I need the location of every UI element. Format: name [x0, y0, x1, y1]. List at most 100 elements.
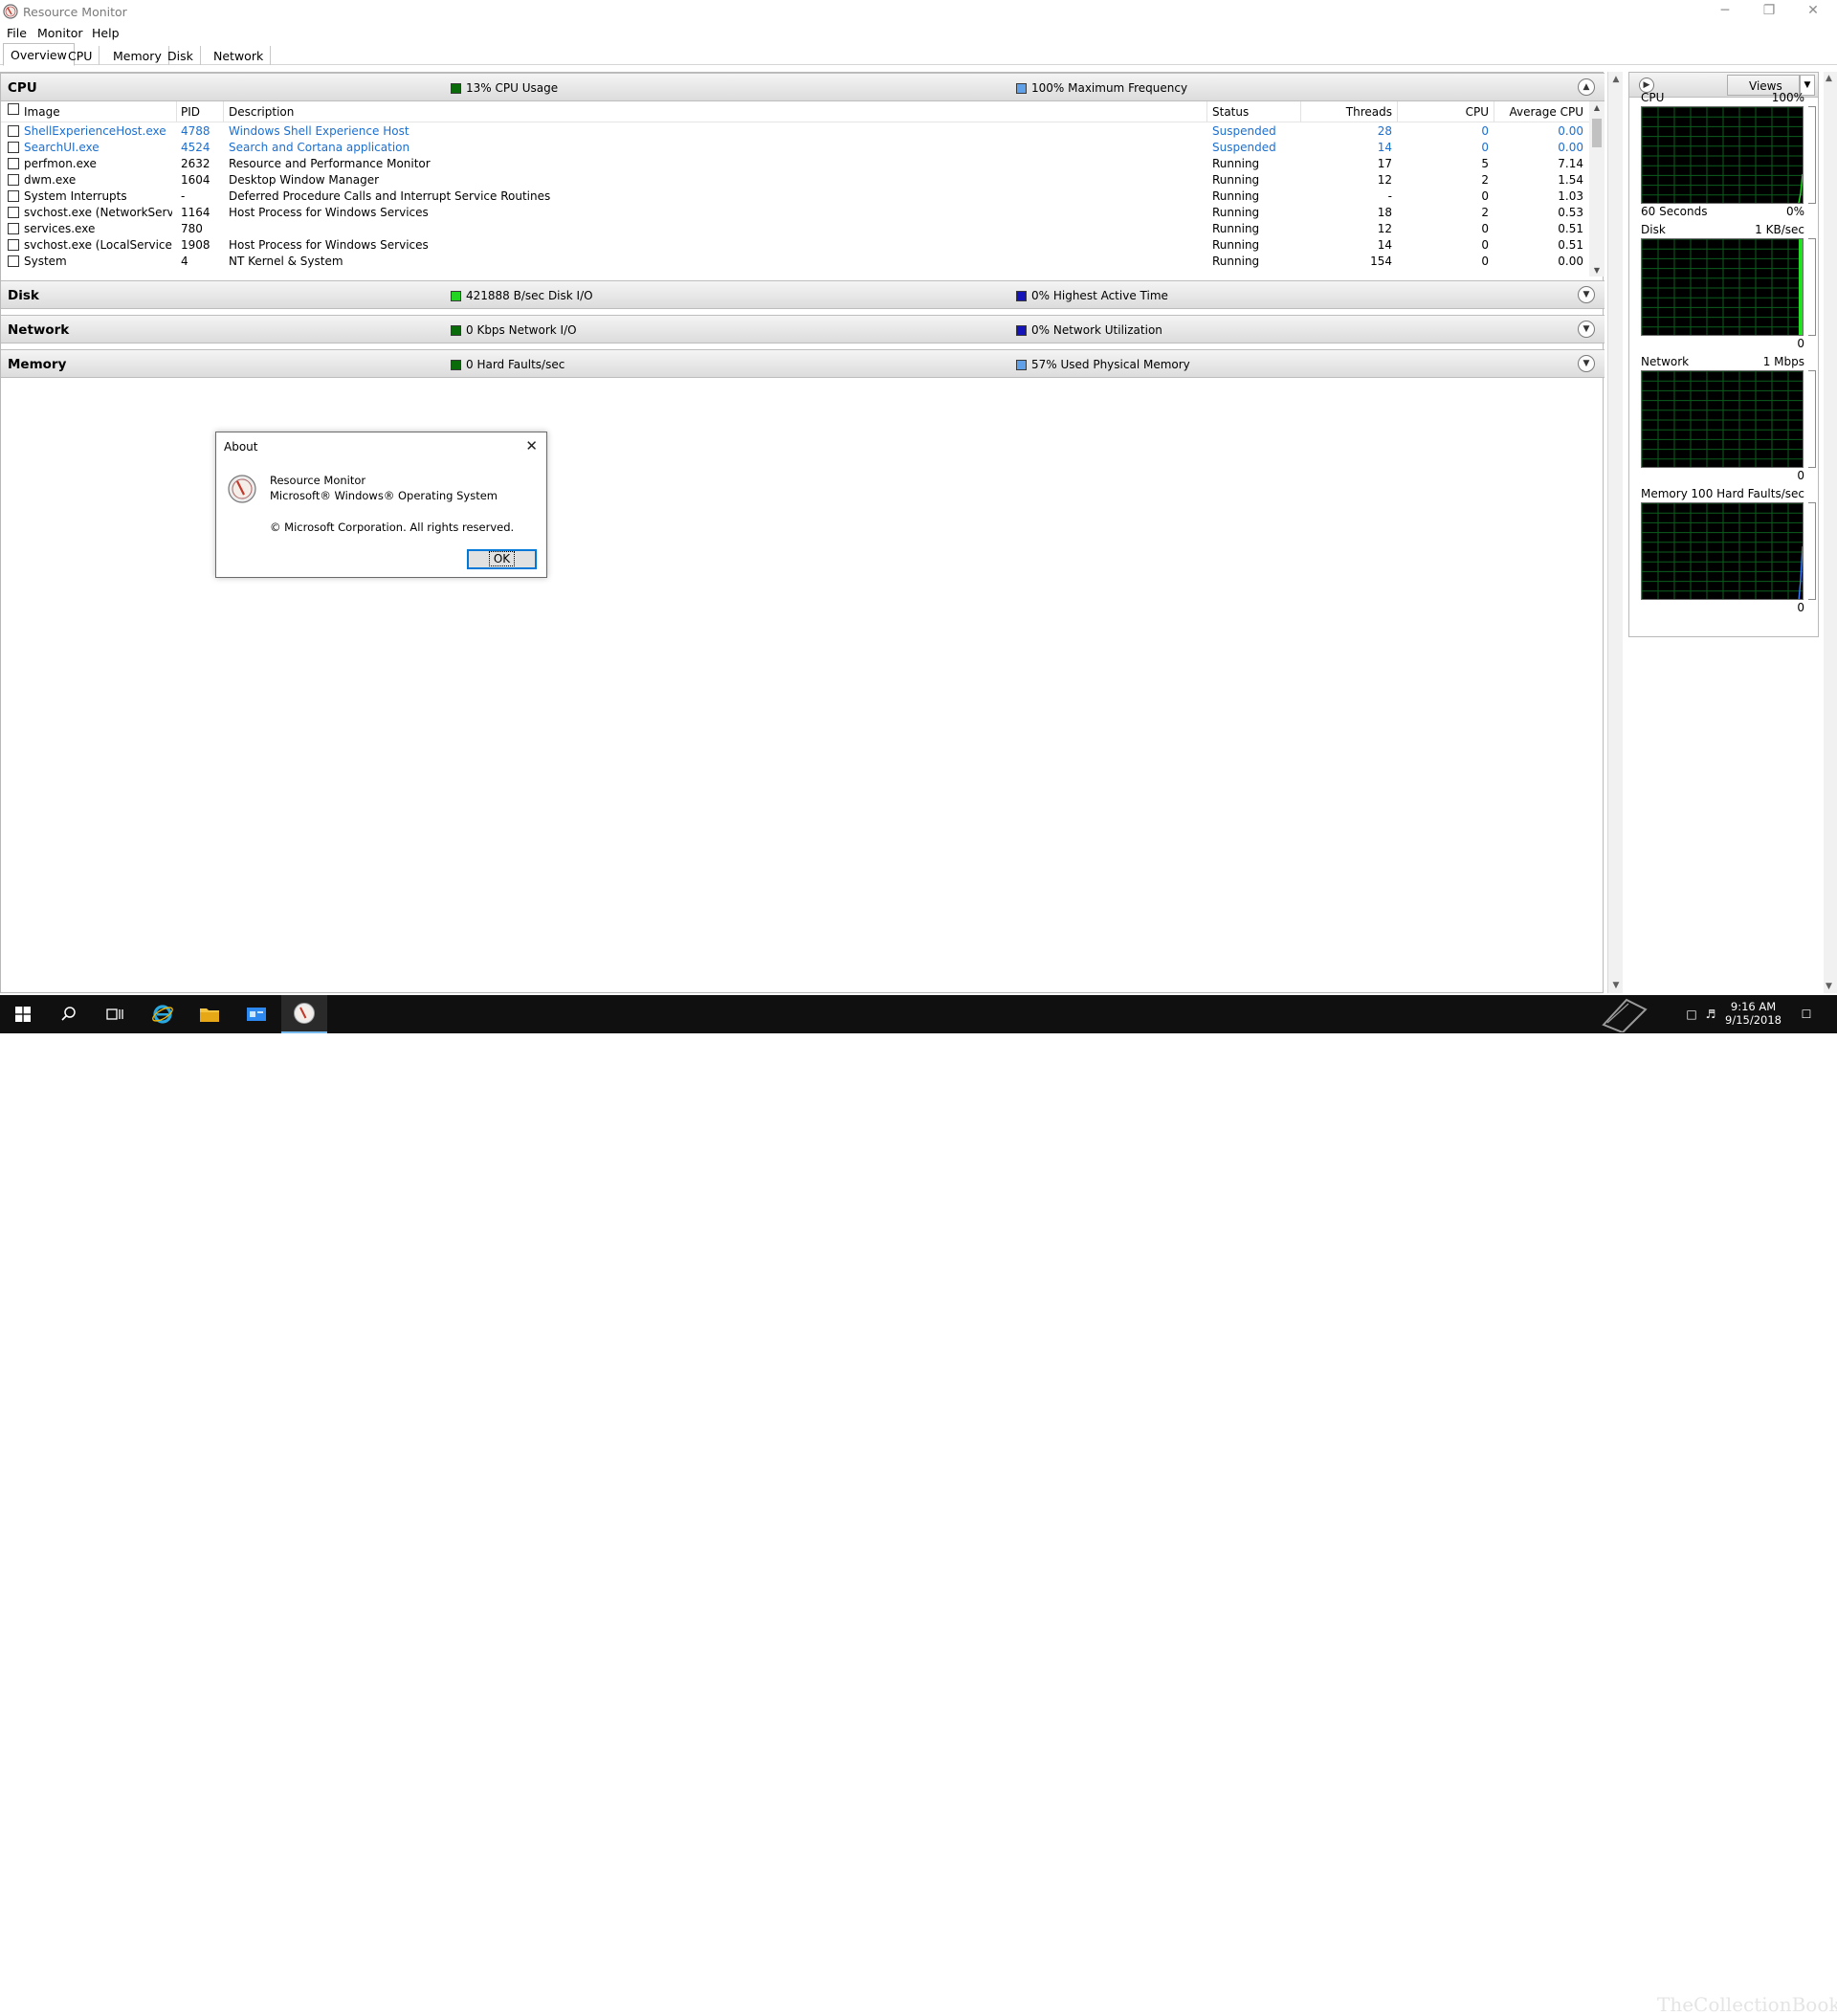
network-util-stat: 0% Network Utilization	[1016, 323, 1162, 337]
row-checkbox[interactable]	[8, 239, 19, 251]
cell-image: services.exe	[24, 222, 96, 235]
table-row[interactable]: System 4 NT Kernel & System Running 154 0 0.00	[1, 254, 1589, 270]
network-tray-icon[interactable]: □	[1684, 1007, 1699, 1022]
minimize-button[interactable]: ─	[1703, 0, 1747, 21]
table-row[interactable]: ShellExperienceHost.exe 4788 Windows Shell…	[1, 123, 1589, 140]
disk-section-title: Disk	[8, 288, 39, 303]
cell-description: Resource and Performance Monitor	[229, 157, 431, 170]
cell-description: Desktop Window Manager	[229, 173, 380, 187]
table-row[interactable]: System Interrupts - Deferred Procedure Cal…	[1, 188, 1589, 205]
cpu-section-header[interactable]: CPU 13% CPU Usage 100% Maximum Frequency…	[1, 73, 1605, 101]
task-view-button[interactable]	[92, 995, 138, 1033]
table-row[interactable]: svchost.exe (LocalServiceNo... 1908 Host P…	[1, 237, 1589, 254]
scroll-down-icon[interactable]: ▼	[1589, 266, 1605, 275]
internet-explorer-button[interactable]	[140, 995, 186, 1033]
notifications-icon[interactable]: ☐	[1799, 1007, 1814, 1022]
col-average-cpu[interactable]: Average CPU	[1495, 105, 1584, 119]
row-checkbox[interactable]	[8, 142, 19, 153]
cpu-usage-swatch	[451, 82, 461, 94]
row-checkbox[interactable]	[8, 158, 19, 169]
cpu-table-scrollbar[interactable]: ▲ ▼	[1589, 101, 1605, 277]
row-checkbox[interactable]	[8, 174, 19, 186]
graph-panel: ▶ Views ▼ CPU 100% 60 Seconds 0% Disk 1 KB/se…	[1628, 72, 1819, 637]
cell-average-cpu: 0.51	[1558, 238, 1583, 252]
graph-max-label: 100%	[1771, 91, 1804, 104]
expand-network-icon[interactable]: ▼	[1578, 321, 1595, 338]
cell-threads: 12	[1377, 173, 1392, 187]
file-explorer-button[interactable]	[187, 995, 232, 1033]
graph-min-label: 0	[1797, 337, 1804, 350]
scroll-thumb[interactable]	[1592, 119, 1602, 147]
disk-section-header[interactable]: Disk 421888 B/sec Disk I/O 0% Highest Ac…	[1, 280, 1605, 309]
graph-title: Network	[1641, 355, 1690, 368]
ok-button[interactable]: OK	[467, 549, 537, 569]
graph-max-label: 100 Hard Faults/sec	[1691, 487, 1804, 500]
used-memory-text: 57% Used Physical Memory	[1031, 358, 1190, 371]
disk-active-swatch	[1016, 290, 1027, 301]
clock-date: 9/15/2018	[1725, 1013, 1782, 1027]
start-button[interactable]	[0, 995, 46, 1033]
tab-network[interactable]: Network	[207, 46, 272, 65]
cell-threads: 12	[1377, 222, 1392, 235]
graph-scale-bracket	[1808, 370, 1816, 468]
task-view-icon	[106, 1008, 123, 1020]
expand-disk-icon[interactable]: ▼	[1578, 286, 1595, 303]
resource-monitor-taskbar-button[interactable]	[281, 995, 327, 1033]
cell-average-cpu: 0.00	[1558, 124, 1583, 138]
close-button[interactable]: ✕	[1791, 0, 1835, 21]
col-image[interactable]: Image	[24, 105, 60, 119]
used-memory-swatch	[1016, 359, 1027, 370]
row-checkbox[interactable]	[8, 207, 19, 218]
table-row[interactable]: dwm.exe 1604 Desktop Window Manager Running…	[1, 172, 1589, 188]
row-checkbox[interactable]	[8, 190, 19, 202]
select-all-checkbox[interactable]	[8, 103, 19, 115]
network-section-header[interactable]: Network 0 Kbps Network I/O 0% Network Ut…	[1, 315, 1605, 343]
tab-cpu[interactable]: CPU	[61, 46, 100, 65]
col-status[interactable]: Status	[1212, 105, 1249, 119]
cell-threads: 14	[1377, 238, 1392, 252]
menu-bar: File Monitor Help	[0, 23, 1837, 42]
dialog-close-icon[interactable]: ✕	[525, 437, 538, 454]
col-separator	[1300, 101, 1301, 122]
cpu-frequency-swatch	[1016, 82, 1027, 94]
volume-tray-icon[interactable]: ♬	[1703, 1007, 1718, 1022]
table-row[interactable]: SearchUI.exe 4524 Search and Cortana appli…	[1, 140, 1589, 156]
scroll-up-icon[interactable]: ▲	[1608, 72, 1624, 87]
collapse-cpu-icon[interactable]: ▲	[1578, 78, 1595, 96]
table-row[interactable]: perfmon.exe 2632 Resource and Performance …	[1, 156, 1589, 172]
search-button[interactable]	[46, 995, 92, 1033]
scroll-up-icon[interactable]: ▲	[1589, 103, 1605, 112]
scroll-down-icon[interactable]: ▼	[1608, 978, 1624, 993]
col-description[interactable]: Description	[229, 105, 294, 119]
close-icon: ✕	[1807, 3, 1819, 18]
taskbar-clock[interactable]: 9:16 AM 9/15/2018	[1725, 1000, 1782, 1027]
server-manager-button[interactable]	[233, 995, 279, 1033]
panel-scrollbar[interactable]: ▲ ▼	[1824, 72, 1837, 993]
row-checkbox[interactable]	[8, 125, 19, 137]
table-row[interactable]: svchost.exe (NetworkService... 1164 Host P…	[1, 205, 1589, 221]
main-scrollbar[interactable]: ▲ ▼	[1607, 72, 1623, 993]
scroll-down-icon[interactable]: ▼	[1826, 982, 1832, 991]
memory-section-header[interactable]: Memory 0 Hard Faults/sec 57% Used Physic…	[1, 349, 1605, 378]
row-checkbox[interactable]	[8, 255, 19, 267]
col-separator	[223, 101, 224, 122]
col-cpu[interactable]: CPU	[1399, 105, 1489, 119]
disk-active-text: 0% Highest Active Time	[1031, 289, 1168, 302]
menu-monitor[interactable]: Monitor	[37, 26, 83, 40]
menu-help[interactable]: Help	[92, 26, 120, 40]
restore-button[interactable]: ❐	[1747, 0, 1791, 21]
row-checkbox[interactable]	[8, 223, 19, 234]
tab-memory[interactable]: Memory	[106, 46, 169, 65]
col-pid[interactable]: PID	[181, 105, 200, 119]
network-io-stat: 0 Kbps Network I/O	[451, 323, 577, 337]
cpu-frequency-text: 100% Maximum Frequency	[1031, 81, 1188, 95]
table-row[interactable]: services.exe 780 Running 12 0 0.51	[1, 221, 1589, 237]
hard-faults-swatch	[451, 359, 461, 370]
expand-memory-icon[interactable]: ▼	[1578, 355, 1595, 372]
tab-disk[interactable]: Disk	[161, 46, 201, 65]
cpu-section-title: CPU	[8, 80, 37, 96]
col-threads[interactable]: Threads	[1302, 105, 1392, 119]
cell-image: svchost.exe (LocalServiceNo...	[24, 238, 172, 252]
scroll-up-icon[interactable]: ▲	[1826, 74, 1832, 83]
menu-file[interactable]: File	[7, 26, 27, 40]
